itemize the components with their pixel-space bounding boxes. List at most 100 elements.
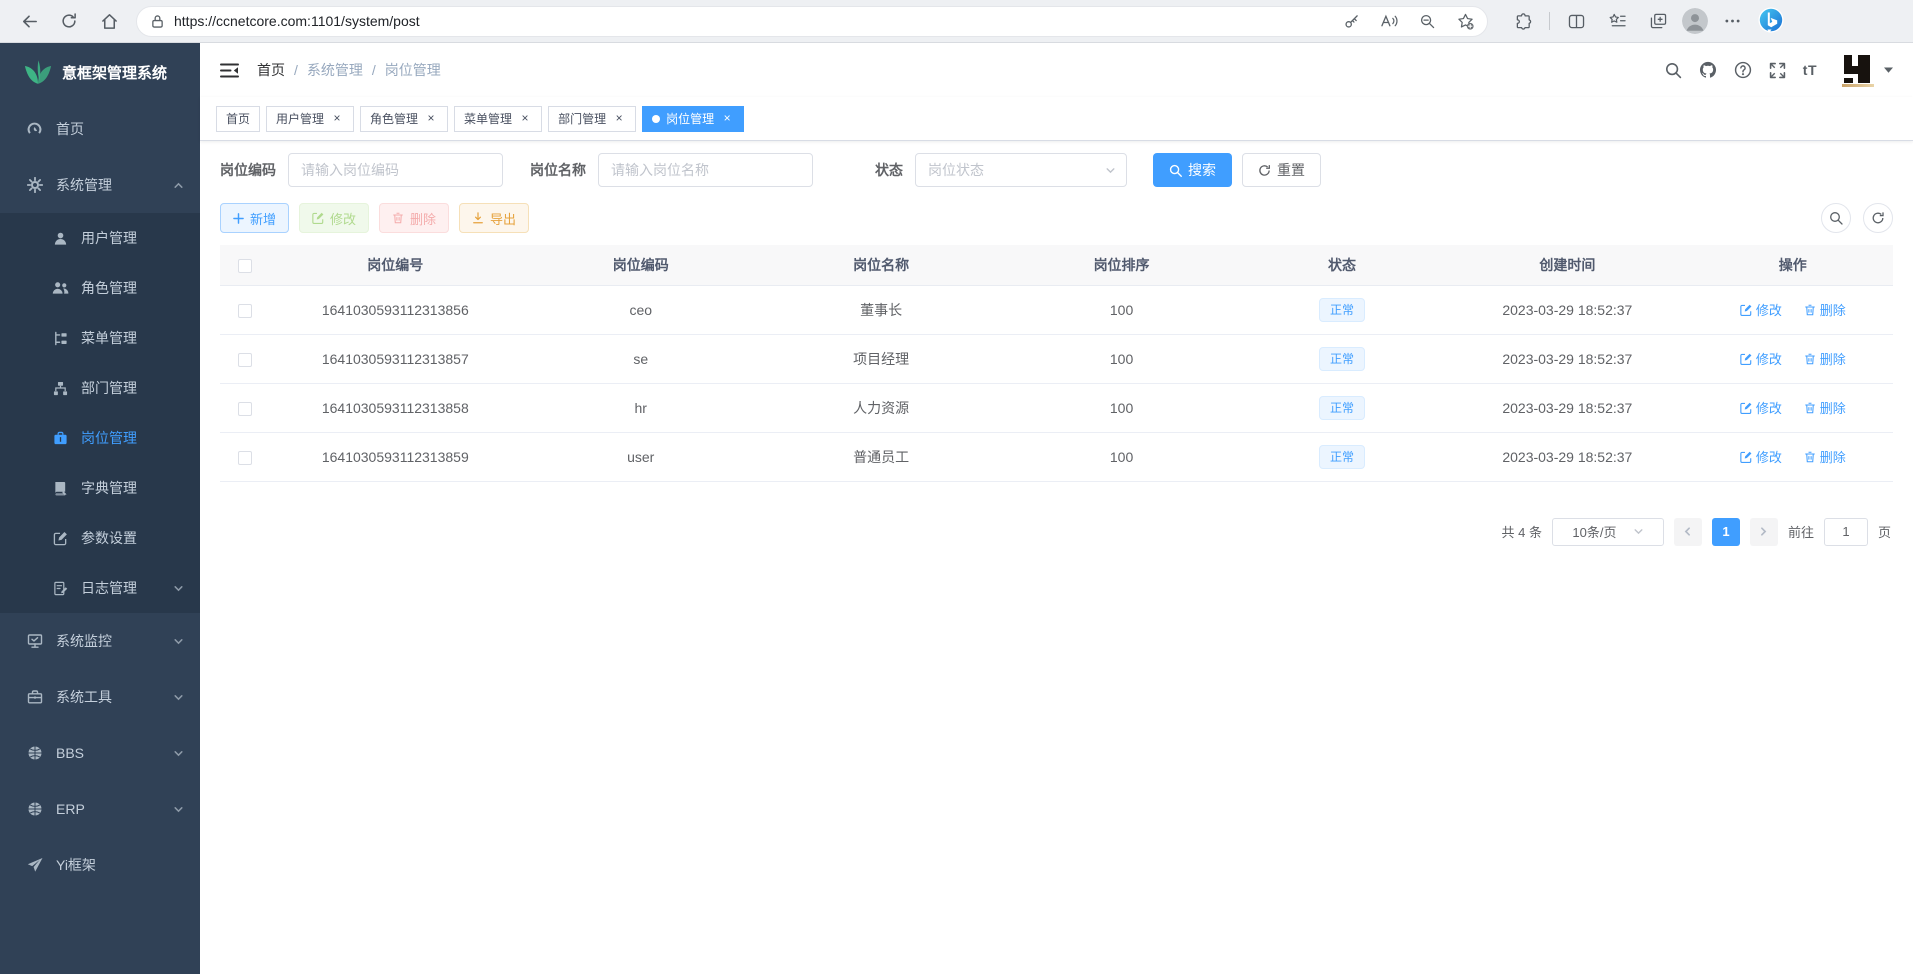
cell-post-id: 1641030593112313859 [270,432,520,481]
tab-post-mgmt[interactable]: 岗位管理 × [642,106,744,132]
lock-icon [151,14,164,29]
fullscreen-icon[interactable] [1769,62,1786,79]
close-icon[interactable]: × [330,112,344,126]
search-button[interactable]: 搜索 [1153,153,1232,187]
header-search-icon[interactable] [1665,62,1682,79]
cell-post-name: 普通员工 [761,432,1001,481]
password-key-icon[interactable] [1337,8,1365,34]
row-checkbox[interactable] [238,304,252,318]
sidebar-item-bbs[interactable]: BBS [0,725,200,781]
tab-dept-mgmt[interactable]: 部门管理 × [548,106,636,132]
tab-menu-mgmt[interactable]: 菜单管理 × [454,106,542,132]
url-text: https://ccnetcore.com:1101/system/post [174,13,1327,29]
goto-page-input[interactable] [1824,518,1868,546]
address-bar[interactable]: https://ccnetcore.com:1101/system/post [136,6,1488,37]
row-checkbox[interactable] [238,353,252,367]
sidebar-item-parameters[interactable]: 参数设置 [0,513,200,563]
browser-menu-icon[interactable] [1715,5,1749,37]
prev-page-button[interactable] [1674,518,1702,546]
sidebar-item-home[interactable]: 首页 [0,101,200,157]
zoom-out-icon[interactable] [1413,8,1441,34]
row-checkbox[interactable] [238,402,252,416]
sidebar-item-menus[interactable]: 菜单管理 [0,313,200,363]
close-icon[interactable]: × [424,112,438,126]
row-edit-link[interactable]: 修改 [1740,398,1782,417]
read-aloud-icon[interactable] [1375,8,1403,34]
briefcase-icon [52,430,69,447]
export-button[interactable]: 导出 [459,203,529,233]
user-profile[interactable] [1840,54,1893,87]
toggle-search-icon[interactable] [1821,203,1851,233]
github-icon[interactable] [1699,61,1717,79]
sidebar-item-yi-framework[interactable]: Yi框架 [0,837,200,893]
page-number-1[interactable]: 1 [1712,518,1740,546]
favorites-icon[interactable] [1600,5,1634,37]
select-all-checkbox[interactable] [238,259,252,273]
row-edit-link[interactable]: 修改 [1740,300,1782,319]
sidebar-item-dictionary[interactable]: 字典管理 [0,463,200,513]
row-edit-link[interactable]: 修改 [1740,447,1782,466]
chevron-down-icon [173,748,184,759]
browser-home-button[interactable] [92,5,126,37]
toolbar-right [1821,203,1893,233]
chevron-down-icon [1633,526,1644,537]
row-delete-link[interactable]: 删除 [1804,349,1846,368]
browser-profile-avatar[interactable] [1682,8,1708,34]
bing-chat-icon[interactable] [1756,6,1786,36]
close-icon[interactable]: × [720,112,734,126]
row-delete-link[interactable]: 删除 [1804,398,1846,417]
sidebar-item-system[interactable]: 系统管理 [0,157,200,213]
extensions-icon[interactable] [1506,5,1540,37]
page-size-select[interactable]: 10条/页 [1552,518,1664,546]
status-badge: 正常 [1319,445,1365,469]
row-delete-link[interactable]: 删除 [1804,300,1846,319]
globe-icon [26,801,43,818]
tab-role-mgmt[interactable]: 角色管理 × [360,106,448,132]
collections-icon[interactable] [1641,5,1675,37]
tab-home[interactable]: 首页 [216,106,260,132]
page-post-management: 岗位编码 岗位名称 状态 岗位状态 搜索 [200,141,1913,974]
add-button[interactable]: 新增 [220,203,289,233]
sidebar-item-departments[interactable]: 部门管理 [0,363,200,413]
sidebar-item-erp[interactable]: ERP [0,781,200,837]
close-icon[interactable]: × [612,112,626,126]
sidebar-item-roles[interactable]: 角色管理 [0,263,200,313]
cell-created-time: 2023-03-29 18:52:37 [1442,432,1692,481]
sidebar-item-tools[interactable]: 系统工具 [0,669,200,725]
reset-button[interactable]: 重置 [1242,153,1321,187]
cell-post-code: se [521,334,761,383]
split-screen-icon[interactable] [1559,5,1593,37]
chevron-up-icon [173,180,184,191]
breadcrumb-home[interactable]: 首页 [257,60,285,80]
tab-user-mgmt[interactable]: 用户管理 × [266,106,354,132]
edit-link-label: 修改 [1756,349,1782,368]
post-name-label: 岗位名称 [530,160,586,180]
row-delete-link[interactable]: 删除 [1804,447,1846,466]
close-icon[interactable]: × [518,112,532,126]
chevron-down-icon [173,804,184,815]
refresh-table-icon[interactable] [1863,203,1893,233]
post-name-input[interactable] [598,153,813,187]
status-select[interactable]: 岗位状态 [915,153,1127,187]
font-size-icon[interactable]: tT [1803,62,1817,78]
row-edit-link[interactable]: 修改 [1740,349,1782,368]
sidebar-item-logs[interactable]: 日志管理 [0,563,200,613]
edit-button[interactable]: 修改 [299,203,369,233]
post-code-input[interactable] [288,153,503,187]
sidebar-collapse-icon[interactable] [220,62,239,79]
sidebar-item-monitor[interactable]: 系统监控 [0,613,200,669]
browser-back-button[interactable] [12,5,46,37]
tab-label: 首页 [226,110,250,127]
download-icon [472,212,484,224]
help-icon[interactable] [1734,61,1752,79]
page-unit-label: 页 [1878,522,1891,541]
sidebar-item-users[interactable]: 用户管理 [0,213,200,263]
breadcrumb-system[interactable]: 系统管理 [307,60,363,80]
row-checkbox[interactable] [238,451,252,465]
browser-refresh-button[interactable] [52,5,86,37]
sidebar-item-posts[interactable]: 岗位管理 [0,413,200,463]
next-page-button[interactable] [1750,518,1778,546]
add-favorite-icon[interactable] [1451,8,1479,34]
delete-link-label: 删除 [1820,447,1846,466]
delete-button[interactable]: 删除 [379,203,449,233]
